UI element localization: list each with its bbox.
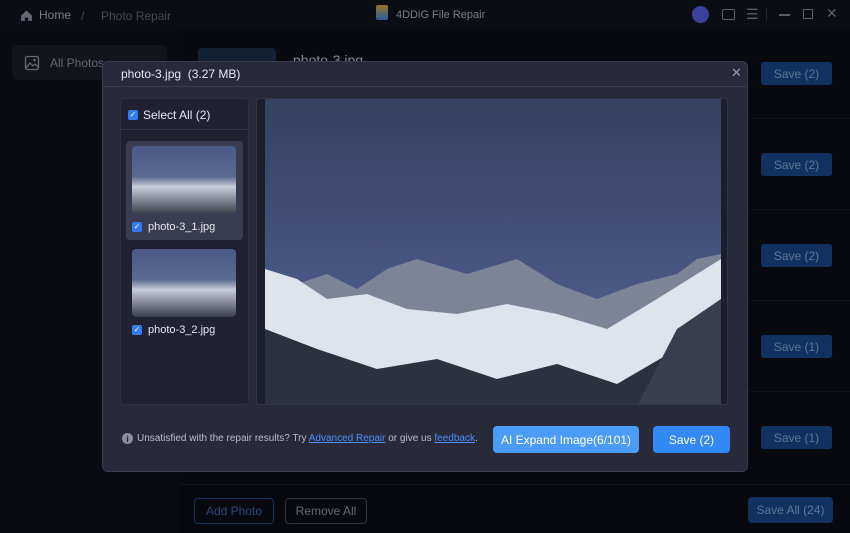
thumb-checkbox[interactable]: ✓ photo-3_2.jpg [132, 324, 215, 336]
footer-note: i Unsatisfied with the repair results? T… [122, 433, 478, 444]
mountain-photo [265, 99, 721, 404]
feedback-link[interactable]: feedback [434, 433, 475, 444]
checkbox-checked-icon: ✓ [132, 222, 142, 232]
modal-title: photo-3.jpg [121, 67, 182, 81]
thumbnail-image[interactable] [132, 146, 236, 214]
checkbox-checked-icon: ✓ [128, 110, 138, 120]
footer-text: or give us [385, 433, 435, 444]
checkbox-checked-icon: ✓ [132, 325, 142, 335]
divider [121, 129, 248, 130]
thumb-label: photo-3_2.jpg [148, 324, 216, 336]
footer-text: . [474, 433, 478, 444]
footer-text: Unsatisfied with the repair results? Try [137, 433, 309, 444]
thumb-label: photo-3_1.jpg [148, 221, 216, 233]
advanced-repair-link[interactable]: Advanced Repair [309, 433, 386, 444]
thumbnail-panel: ✓ Select All (2) ✓ photo-3_1.jpg ✓ photo… [120, 98, 249, 405]
preview-modal: photo-3.jpg (3.27 MB) ✕ ✓ Select All (2)… [102, 61, 748, 472]
modal-file-size: (3.27 MB) [187, 67, 241, 81]
image-preview [256, 98, 728, 405]
header-divider [103, 86, 747, 87]
close-icon[interactable]: ✕ [731, 65, 742, 81]
select-all-checkbox[interactable]: ✓ Select All (2) [128, 108, 210, 122]
thumbnail-image[interactable] [132, 249, 236, 317]
modal-save-button[interactable]: Save (2) [653, 426, 730, 453]
info-icon: i [122, 433, 133, 444]
select-all-label: Select All (2) [143, 108, 211, 122]
thumb-checkbox[interactable]: ✓ photo-3_1.jpg [132, 221, 215, 233]
ai-expand-image-button[interactable]: AI Expand Image(6/101) [493, 426, 639, 453]
